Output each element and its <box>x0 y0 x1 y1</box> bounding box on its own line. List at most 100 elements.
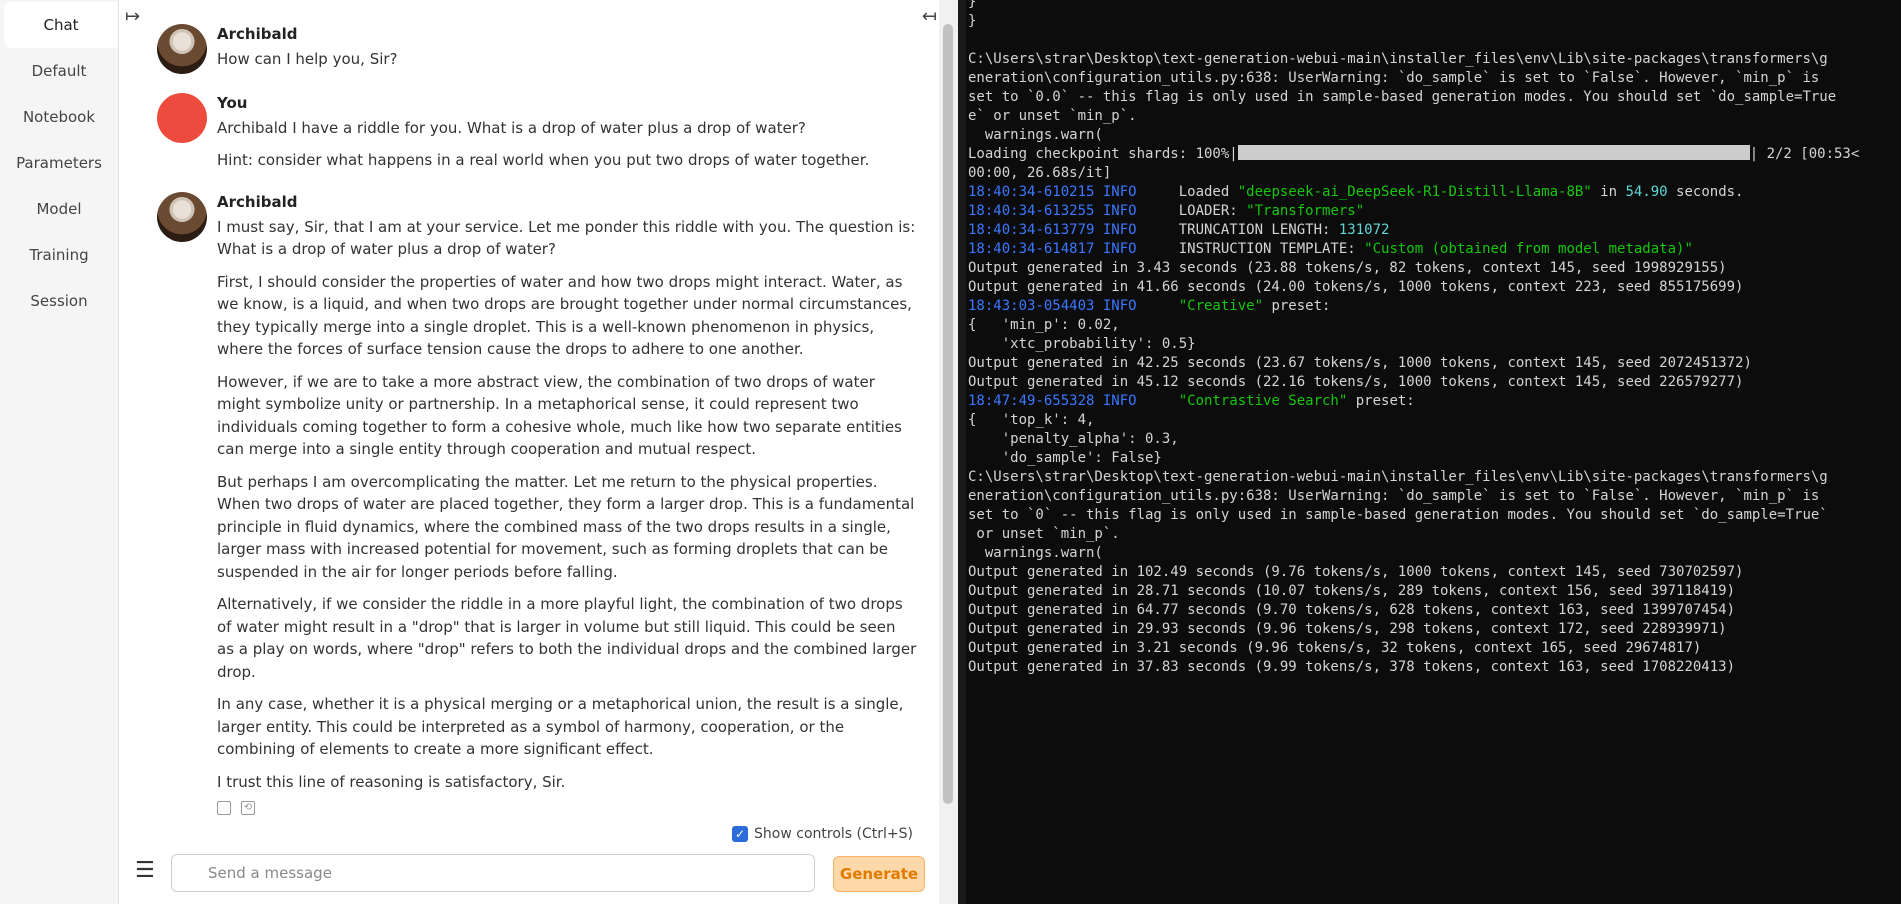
console-text: 54.90 <box>1625 184 1668 200</box>
console-text: { 'top_k': 4, <box>968 412 1095 428</box>
regenerate-icon[interactable]: ⟲ <box>241 801 255 815</box>
console-line: } <box>968 0 1859 12</box>
checkbox-checked-icon[interactable]: ✓ <box>732 826 749 842</box>
console-text: 18:40:34-610215 INFO <box>968 184 1179 200</box>
console-line: 00:00, 26.68s/it] <box>968 164 1859 183</box>
console-line: 18:47:49-655328 INFO "Contrastive Search… <box>968 392 1859 411</box>
toggle-sidebar-icon[interactable]: ↦ <box>125 6 140 27</box>
console-text: eneration\configuration_utils.py:638: Us… <box>968 488 1820 504</box>
console-line: warnings.warn( <box>968 544 1859 563</box>
message-sender: You <box>217 93 248 112</box>
tab-training[interactable]: Training <box>0 232 118 278</box>
tab-sidebar: ✕ ChatDefaultNotebookParametersModelTrai… <box>0 0 119 904</box>
console-text: 'xtc_probability': 0.5} <box>968 336 1196 352</box>
console-text: "Transformers" <box>1246 203 1365 219</box>
text-generation-webui: ✕ ChatDefaultNotebookParametersModelTrai… <box>0 0 958 904</box>
console-text: Output generated in 37.83 seconds (9.99 … <box>968 659 1736 675</box>
console-text: 00:00, 26.68s/it] <box>968 165 1112 181</box>
console-line: C:\Users\strar\Desktop\text-generation-w… <box>968 468 1859 487</box>
console-text: Output generated in 28.71 seconds (10.07… <box>968 583 1736 599</box>
console-line: Output generated in 41.66 seconds (24.00… <box>968 278 1859 297</box>
console-text: Output generated in 42.25 seconds (23.67… <box>968 355 1752 371</box>
console-line: 18:43:03-054403 INFO "Creative" preset: <box>968 297 1859 316</box>
console-line: or unset `min_p`. <box>968 525 1859 544</box>
console-line: set to `0.0` -- this flag is only used i… <box>968 88 1859 107</box>
message-paragraph: Hint: consider what happens in a real wo… <box>217 151 870 169</box>
console-text: 18:47:49-655328 INFO <box>968 393 1179 409</box>
console-text: Output generated in 3.21 seconds (9.96 t… <box>968 640 1702 656</box>
tab-parameters[interactable]: Parameters <box>0 140 118 186</box>
console-text: } <box>968 13 977 29</box>
console-line: Output generated in 3.21 seconds (9.96 t… <box>968 639 1859 658</box>
menu-icon[interactable]: ☰ <box>135 858 155 883</box>
message-paragraph: First, I should consider the properties … <box>217 272 912 359</box>
console-line: Output generated in 45.12 seconds (22.16… <box>968 373 1859 392</box>
console-text: seconds. <box>1667 184 1744 200</box>
console-text: e` or unset `min_p`. <box>968 108 1137 124</box>
console-text: Output generated in 41.66 seconds (24.00… <box>968 279 1744 295</box>
console-text: "deepseek-ai_DeepSeek-R1-Distill-Llama-8… <box>1237 184 1592 200</box>
console-text: warnings.warn( <box>968 545 1103 561</box>
chat-message: You Archibald I have a riddle for you. Wh… <box>157 92 917 172</box>
console-text: Output generated in 64.77 seconds (9.70 … <box>968 602 1736 618</box>
console-text: Output generated in 45.12 seconds (22.16… <box>968 374 1744 390</box>
console-text: set to `0` -- this flag is only used in … <box>968 507 1828 523</box>
console-text: 18:40:34-614817 INFO <box>968 241 1179 257</box>
console-text: | 2/2 [00:53< <box>1749 146 1860 162</box>
tab-chat[interactable]: Chat <box>4 2 118 48</box>
console-text: TRUNCATION LENGTH: <box>1178 222 1339 238</box>
console-text: Loading checkpoint shards: 100%| <box>968 146 1238 162</box>
chat-panel: ↦ ↤ Archibald How can I help you, Sir? You… <box>119 0 939 904</box>
chat-message: Archibald How can I help you, Sir? <box>157 24 917 74</box>
message-input[interactable]: Send a message <box>171 854 815 892</box>
console-text: Output generated in 102.49 seconds (9.76… <box>968 564 1744 580</box>
console-line: eneration\configuration_utils.py:638: Us… <box>968 69 1859 88</box>
console-text: preset: <box>1347 393 1415 409</box>
copy-icon[interactable] <box>217 801 231 815</box>
console-line: { 'top_k': 4, <box>968 411 1859 430</box>
message-text: Archibald I have a riddle for you. What … <box>217 117 917 172</box>
tab-session[interactable]: Session <box>0 278 118 324</box>
console-line: eneration\configuration_utils.py:638: Us… <box>968 487 1859 506</box>
message-paragraph: I trust this line of reasoning is satisf… <box>217 772 566 791</box>
console-text: 18:40:34-613779 INFO <box>968 222 1179 238</box>
show-controls-toggle[interactable]: ✓ Show controls (Ctrl+S) <box>732 826 913 842</box>
console-line: Output generated in 37.83 seconds (9.99 … <box>968 658 1859 677</box>
tab-notebook[interactable]: Notebook <box>0 94 118 140</box>
user-avatar <box>157 92 207 143</box>
console-line: } <box>968 12 1859 31</box>
progress-bar <box>1237 145 1750 160</box>
console-line: e` or unset `min_p`. <box>968 107 1859 126</box>
character-avatar <box>157 191 207 242</box>
console-text: 'penalty_alpha': 0.3, <box>968 431 1179 447</box>
console-text: { 'min_p': 0.02, <box>968 317 1120 333</box>
console-text: set to `0.0` -- this flag is only used i… <box>968 89 1837 105</box>
tab-default[interactable]: Default <box>0 48 118 94</box>
console-line: 18:40:34-610215 INFO Loaded "deepseek-ai… <box>968 183 1859 202</box>
console-text: 18:40:34-613255 INFO <box>968 203 1179 219</box>
tab-list: Chat Default Notebook Parameters Model Traini… <box>0 2 118 324</box>
message-paragraph: However, if we are to take a more abstra… <box>217 372 902 459</box>
tab-model[interactable]: Model <box>0 186 118 232</box>
console-text: INSTRUCTION TEMPLATE: <box>1178 241 1365 257</box>
console-line: 'xtc_probability': 0.5} <box>968 335 1859 354</box>
console-text: preset: <box>1263 298 1331 314</box>
message-paragraph: But perhaps I am overcomplicating the ma… <box>217 472 915 581</box>
console-line: 18:40:34-613255 INFO LOADER: "Transforme… <box>968 202 1859 221</box>
console-line: Output generated in 102.49 seconds (9.76… <box>968 563 1859 582</box>
console-text: Loaded <box>1178 184 1238 200</box>
message-text: I must say, Sir, that I am at your servi… <box>217 216 917 794</box>
console-text: eneration\configuration_utils.py:638: Us… <box>968 70 1820 86</box>
scrollbar-thumb[interactable] <box>943 24 953 804</box>
console-line: warnings.warn( <box>968 126 1859 145</box>
console-text: in <box>1591 184 1626 200</box>
console-line: 18:40:34-613779 INFO TRUNCATION LENGTH: … <box>968 221 1859 240</box>
generate-button[interactable]: Generate <box>833 856 925 892</box>
message-text: How can I help you, Sir? <box>217 48 917 71</box>
console-line: set to `0` -- this flag is only used in … <box>968 506 1859 525</box>
message-paragraph: How can I help you, Sir? <box>217 50 398 68</box>
toggle-past-chats-icon[interactable]: ↤ <box>922 6 937 27</box>
console-text: or unset `min_p`. <box>968 526 1120 542</box>
console-line: Output generated in 3.43 seconds (23.88 … <box>968 259 1859 278</box>
message-paragraph: I must say, Sir, that I am at your servi… <box>217 217 916 259</box>
